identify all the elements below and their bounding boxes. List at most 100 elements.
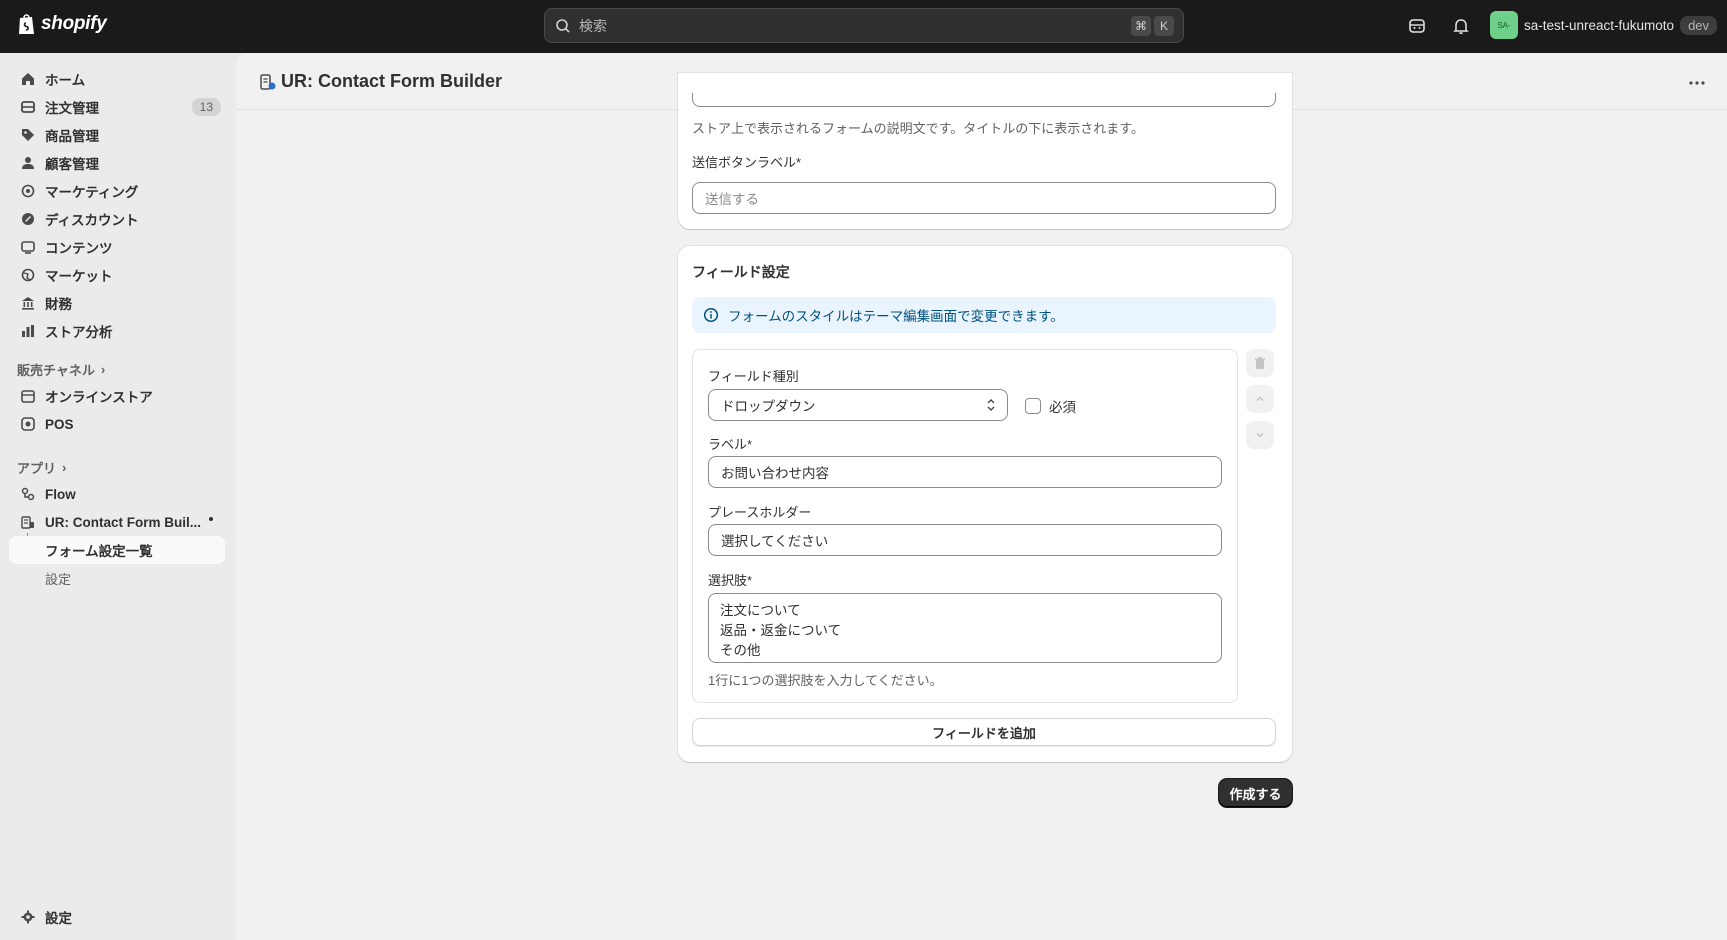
field-type-label: フィールド種別 bbox=[708, 369, 799, 384]
sidebar-item-label: ストア分析 bbox=[45, 325, 113, 340]
sales-channels-header[interactable]: 販売チャネル › bbox=[17, 360, 105, 379]
pinned-dot bbox=[209, 517, 213, 521]
info-banner: フォームのスタイルはテーマ編集画面で変更できます。 bbox=[692, 297, 1276, 333]
sidebar-item-contact-form-app[interactable]: UR: Contact Form Buil... bbox=[9, 508, 225, 536]
sidebar-item-label: オンラインストア bbox=[45, 390, 153, 405]
chart-icon bbox=[20, 323, 36, 339]
options-help-text: 1行に1つの選択肢を入力してください。 bbox=[708, 673, 943, 688]
search-placeholder: 検索 bbox=[579, 17, 607, 34]
flow-icon bbox=[20, 486, 36, 502]
option-line: 返品・返金について bbox=[720, 623, 842, 638]
label-input[interactable]: お問い合わせ内容 bbox=[708, 456, 1222, 488]
sidebar-item-orders[interactable]: 注文管理 13 bbox=[9, 93, 225, 121]
sidebar-item-flow[interactable]: Flow bbox=[9, 480, 225, 508]
sidebar-item-label: 商品管理 bbox=[45, 129, 99, 144]
field-type-select[interactable]: ドロップダウン bbox=[708, 389, 1008, 421]
create-button[interactable]: 作成する bbox=[1219, 779, 1292, 807]
sidebar-item-analytics[interactable]: ストア分析 bbox=[9, 317, 225, 345]
sidebar-item-pos[interactable]: POS bbox=[9, 410, 225, 438]
field-item: フィールド種別 ドロップダウン 必須 ラベル* お問い合わせ内容 プレースホルダ… bbox=[692, 349, 1238, 703]
sidekick-icon bbox=[1409, 19, 1425, 33]
sidebar-item-markets[interactable]: マーケット bbox=[9, 261, 225, 289]
shortcut-k-key: K bbox=[1154, 16, 1174, 36]
sidebar-item-online-store[interactable]: オンラインストア bbox=[9, 382, 225, 410]
sidebar-item-content[interactable]: コンテンツ bbox=[9, 233, 225, 261]
more-actions-button[interactable] bbox=[1685, 71, 1709, 95]
app-icon bbox=[20, 514, 36, 530]
main-content: UR: Contact Form Builder ストア上で表示されるフォームの… bbox=[236, 53, 1727, 940]
sidebar-item-label: 顧客管理 bbox=[45, 157, 99, 172]
placeholder-input[interactable]: 選択してください bbox=[708, 524, 1222, 556]
sidekick-button[interactable] bbox=[1405, 14, 1429, 38]
submit-label-title: 送信ボタンラベル* bbox=[692, 155, 802, 170]
sidebar-item-label: マーケット bbox=[45, 269, 113, 284]
search-icon bbox=[556, 18, 570, 33]
form-settings-card: ストア上で表示されるフォームの説明文です。タイトルの下に表示されます。 送信ボタ… bbox=[678, 73, 1292, 229]
sidebar-sub-label: フォーム設定一覧 bbox=[45, 544, 153, 559]
orders-count-badge: 13 bbox=[191, 98, 221, 116]
store-name: sa-test-unreact-fukumoto bbox=[1524, 17, 1675, 33]
globe-icon bbox=[20, 267, 36, 283]
target-icon bbox=[20, 183, 36, 199]
sidebar-sub-label: 設定 bbox=[45, 571, 72, 587]
sidebar: ホーム 注文管理 13 商品管理 顧客管理 マーケティング ディスカウント コン… bbox=[0, 53, 236, 940]
store-avatar: SA- bbox=[1490, 11, 1518, 39]
placeholder-title: プレースホルダー bbox=[708, 505, 812, 520]
chevron-right-icon: › bbox=[100, 362, 106, 377]
sidebar-sub-form-list[interactable]: フォーム設定一覧 bbox=[9, 536, 225, 564]
gear-icon bbox=[20, 909, 36, 925]
bell-icon bbox=[1453, 19, 1469, 34]
move-up-button[interactable] bbox=[1246, 385, 1274, 413]
sidebar-item-finance[interactable]: 財務 bbox=[9, 289, 225, 317]
required-checkbox-row[interactable]: 必須 bbox=[1025, 396, 1076, 416]
sidebar-sub-settings[interactable]: 設定 bbox=[9, 564, 225, 592]
required-checkbox[interactable] bbox=[1025, 398, 1041, 414]
shopify-bag-icon bbox=[19, 14, 34, 34]
chevron-up-icon bbox=[1256, 396, 1264, 402]
chevron-right-icon: › bbox=[62, 460, 67, 475]
sidebar-item-settings[interactable]: 設定 bbox=[9, 903, 225, 931]
top-bar: shopify 検索 ⌘ K SA- sa-test-unreact-fukum… bbox=[0, 0, 1727, 53]
sidebar-item-label: マーケティング bbox=[45, 185, 139, 200]
pos-icon bbox=[20, 416, 36, 432]
apps-header[interactable]: アプリ › bbox=[17, 458, 66, 477]
app-icon bbox=[259, 73, 277, 94]
sidebar-item-label: UR: Contact Form Buil... bbox=[45, 514, 201, 530]
sidebar-item-customers[interactable]: 顧客管理 bbox=[9, 149, 225, 177]
content-icon bbox=[20, 239, 36, 255]
section-title-text: アプリ bbox=[17, 461, 57, 476]
store-icon bbox=[20, 388, 36, 404]
shopify-logo[interactable]: shopify bbox=[17, 12, 107, 36]
shortcut-cmd-key: ⌘ bbox=[1131, 16, 1151, 36]
sidebar-item-label: Flow bbox=[45, 486, 76, 502]
delete-field-button[interactable] bbox=[1246, 349, 1274, 377]
submit-label-input[interactable]: 送信する bbox=[692, 182, 1276, 214]
move-down-button[interactable] bbox=[1246, 421, 1274, 449]
banner-text: フォームのスタイルはテーマ編集画面で変更できます。 bbox=[728, 309, 1064, 324]
sidebar-item-products[interactable]: 商品管理 bbox=[9, 121, 225, 149]
section-title-text: 販売チャネル bbox=[17, 363, 95, 378]
store-menu[interactable]: SA- sa-test-unreact-fukumoto dev bbox=[1490, 11, 1718, 39]
notifications-button[interactable] bbox=[1449, 14, 1473, 38]
select-chevron-icon bbox=[987, 399, 995, 411]
person-icon bbox=[20, 155, 36, 171]
search-bar[interactable]: 検索 ⌘ K bbox=[544, 8, 1184, 43]
add-field-button[interactable]: フィールドを追加 bbox=[692, 718, 1276, 746]
description-input-bottom[interactable] bbox=[692, 93, 1276, 107]
sidebar-item-discounts[interactable]: ディスカウント bbox=[9, 205, 225, 233]
sidebar-item-label: 設定 bbox=[45, 911, 72, 926]
discount-icon bbox=[20, 211, 36, 227]
chevron-down-icon bbox=[1256, 432, 1264, 438]
options-textarea[interactable]: 注文について 返品・返金について その他 bbox=[708, 593, 1222, 663]
sidebar-item-home[interactable]: ホーム bbox=[9, 65, 225, 93]
ellipsis-icon bbox=[1689, 81, 1705, 85]
sidebar-item-marketing[interactable]: マーケティング bbox=[9, 177, 225, 205]
page-title: UR: Contact Form Builder bbox=[281, 71, 503, 91]
required-label: 必須 bbox=[1049, 400, 1076, 415]
option-line: 注文について bbox=[720, 603, 801, 618]
field-type-value: ドロップダウン bbox=[721, 399, 816, 414]
bank-icon bbox=[20, 295, 36, 311]
dev-badge: dev bbox=[1680, 15, 1718, 35]
field-settings-card: フィールド設定 フォームのスタイルはテーマ編集画面で変更できます。 フィールド種… bbox=[678, 246, 1292, 762]
label-title: ラベル* bbox=[708, 437, 753, 452]
